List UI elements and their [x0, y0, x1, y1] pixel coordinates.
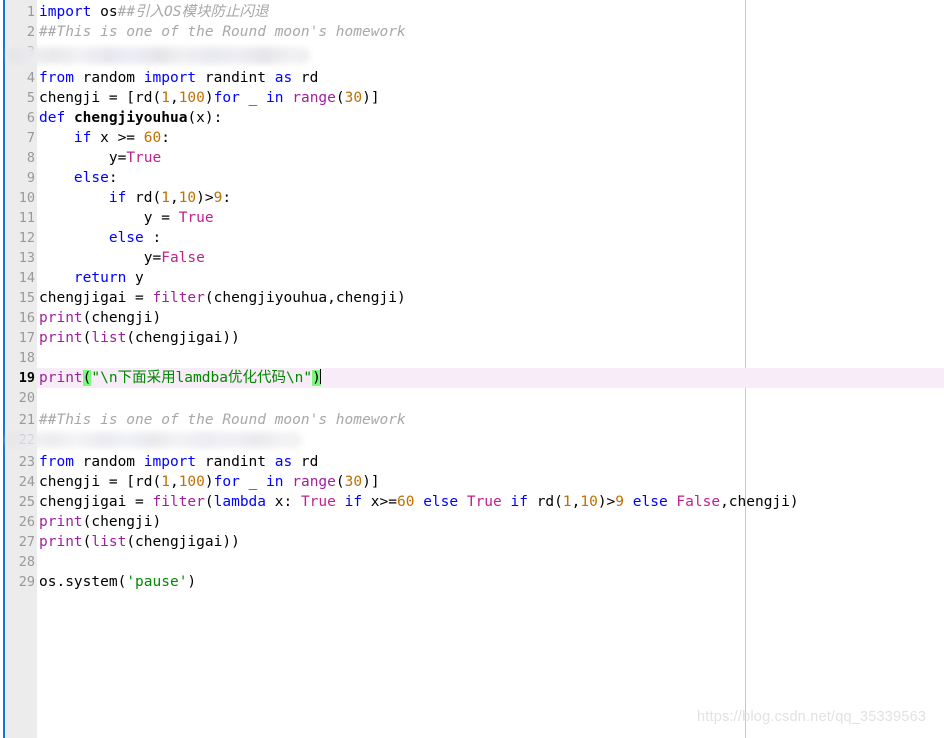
line-number: 4 [26, 70, 35, 86]
line-text[interactable]: chengjigai = filter(lambda x: True if x>… [39, 492, 799, 512]
code-line[interactable]: 28 [0, 552, 944, 572]
line-number: 26 [18, 514, 35, 530]
code-line[interactable]: 29 os.system('pause') [0, 572, 944, 592]
line-number: 24 [18, 474, 35, 490]
code-line[interactable]: 24 chengji = [rd(1,100)for _ in range(30… [0, 472, 944, 492]
code-line[interactable]: 15 chengjigai = filter(chengjiyouhua,che… [0, 288, 944, 308]
code-line[interactable]: 20 [0, 388, 944, 408]
line-number: 12 [18, 230, 35, 246]
line-number: 9 [26, 170, 35, 186]
line-text[interactable]: print(chengji) [39, 308, 161, 328]
code-content[interactable]: 1 import os##引入OS模块防止闪退 2 ##This is one … [0, 0, 944, 738]
line-number: 21 [18, 412, 35, 428]
code-line[interactable]: 12 else : [0, 228, 944, 248]
code-line[interactable]: 14 return y [0, 268, 944, 288]
code-line[interactable]: 2 ##This is one of the Round moon's home… [0, 22, 944, 42]
code-line[interactable]: 25 chengjigai = filter(lambda x: True if… [0, 492, 944, 512]
code-line[interactable]: 13 y=False [0, 248, 944, 268]
line-text[interactable]: return y [39, 268, 144, 288]
code-line[interactable]: 7 if x >= 60: [0, 128, 944, 148]
line-number: 23 [18, 454, 35, 470]
line-text[interactable]: else: [39, 168, 118, 188]
code-line-redacted[interactable]: 3 [0, 42, 944, 64]
line-number: 18 [18, 350, 35, 366]
code-line[interactable]: 23 from random import randint as rd [0, 452, 944, 472]
line-number: 11 [18, 210, 35, 226]
code-line[interactable]: 4 from random import randint as rd [0, 68, 944, 88]
code-line[interactable]: 18 [0, 348, 944, 368]
line-number: 1 [26, 4, 35, 20]
line-text[interactable]: chengji = [rd(1,100)for _ in range(30)] [39, 88, 380, 108]
code-line-redacted[interactable]: 22 [0, 430, 944, 450]
line-number: 28 [18, 554, 35, 570]
line-number: 2 [26, 24, 35, 40]
line-text[interactable]: def chengjiyouhua(x): [39, 108, 222, 128]
code-line[interactable]: 27 print(list(chengjigai)) [0, 532, 944, 552]
code-line[interactable]: 8 y=True [0, 148, 944, 168]
watermark-text: https://blog.csdn.net/qq_35339563 [697, 709, 927, 725]
line-text[interactable]: else : [39, 228, 161, 248]
line-number: 10 [18, 190, 35, 206]
code-line[interactable]: 10 if rd(1,10)>9: [0, 188, 944, 208]
line-number: 16 [18, 310, 35, 326]
code-line[interactable]: 9 else: [0, 168, 944, 188]
line-number: 5 [26, 90, 35, 106]
line-text[interactable]: print(chengji) [39, 512, 161, 532]
line-number: 8 [26, 150, 35, 166]
code-line[interactable]: 11 y = True [0, 208, 944, 228]
line-number: 29 [18, 574, 35, 590]
text-caret [319, 369, 321, 384]
redacted-blur-overlay [8, 47, 310, 64]
line-number: 19 [18, 370, 35, 386]
code-line[interactable]: 26 print(chengji) [0, 512, 944, 532]
line-text[interactable]: print("\n下面采用lamdba优化代码\n") [39, 368, 321, 388]
line-text[interactable]: chengji = [rd(1,100)for _ in range(30)] [39, 472, 380, 492]
line-text[interactable]: y = True [39, 208, 214, 228]
line-number: 25 [18, 494, 35, 510]
line-number: 17 [18, 330, 35, 346]
line-text[interactable]: if rd(1,10)>9: [39, 188, 231, 208]
line-text[interactable]: print(list(chengjigai)) [39, 532, 240, 552]
line-number: 15 [18, 290, 35, 306]
code-line[interactable]: 5 chengji = [rd(1,100)for _ in range(30)… [0, 88, 944, 108]
line-number: 14 [18, 270, 35, 286]
line-text[interactable]: from random import randint as rd [39, 452, 318, 472]
line-number: 13 [18, 250, 35, 266]
line-number: 20 [18, 390, 35, 406]
line-text[interactable]: if x >= 60: [39, 128, 170, 148]
line-text[interactable]: os.system('pause') [39, 572, 196, 592]
line-number: 6 [26, 110, 35, 126]
line-text[interactable]: import os##引入OS模块防止闪退 [39, 2, 269, 22]
code-line[interactable]: 21 ##This is one of the Round moon's hom… [0, 410, 944, 430]
code-line[interactable]: 17 print(list(chengjigai)) [0, 328, 944, 348]
line-text[interactable]: ##This is one of the Round moon's homewo… [39, 410, 406, 430]
line-text[interactable]: y=False [39, 248, 205, 268]
line-text[interactable]: ##This is one of the Round moon's homewo… [39, 22, 406, 42]
code-editor[interactable]: 1 import os##引入OS模块防止闪退 2 ##This is one … [0, 0, 944, 738]
redacted-blur-overlay [6, 432, 302, 448]
line-number: 7 [26, 130, 35, 146]
code-line[interactable]: 1 import os##引入OS模块防止闪退 [0, 2, 944, 22]
code-line-current[interactable]: 19 print("\n下面采用lamdba优化代码\n") [0, 368, 944, 388]
code-line[interactable]: 16 print(chengji) [0, 308, 944, 328]
line-text[interactable]: chengjigai = filter(chengjiyouhua,chengj… [39, 288, 406, 308]
line-text[interactable]: from random import randint as rd [39, 68, 318, 88]
code-line[interactable]: 6 def chengjiyouhua(x): [0, 108, 944, 128]
line-number: 27 [18, 534, 35, 550]
line-text[interactable]: print(list(chengjigai)) [39, 328, 240, 348]
line-text[interactable]: y=True [39, 148, 161, 168]
